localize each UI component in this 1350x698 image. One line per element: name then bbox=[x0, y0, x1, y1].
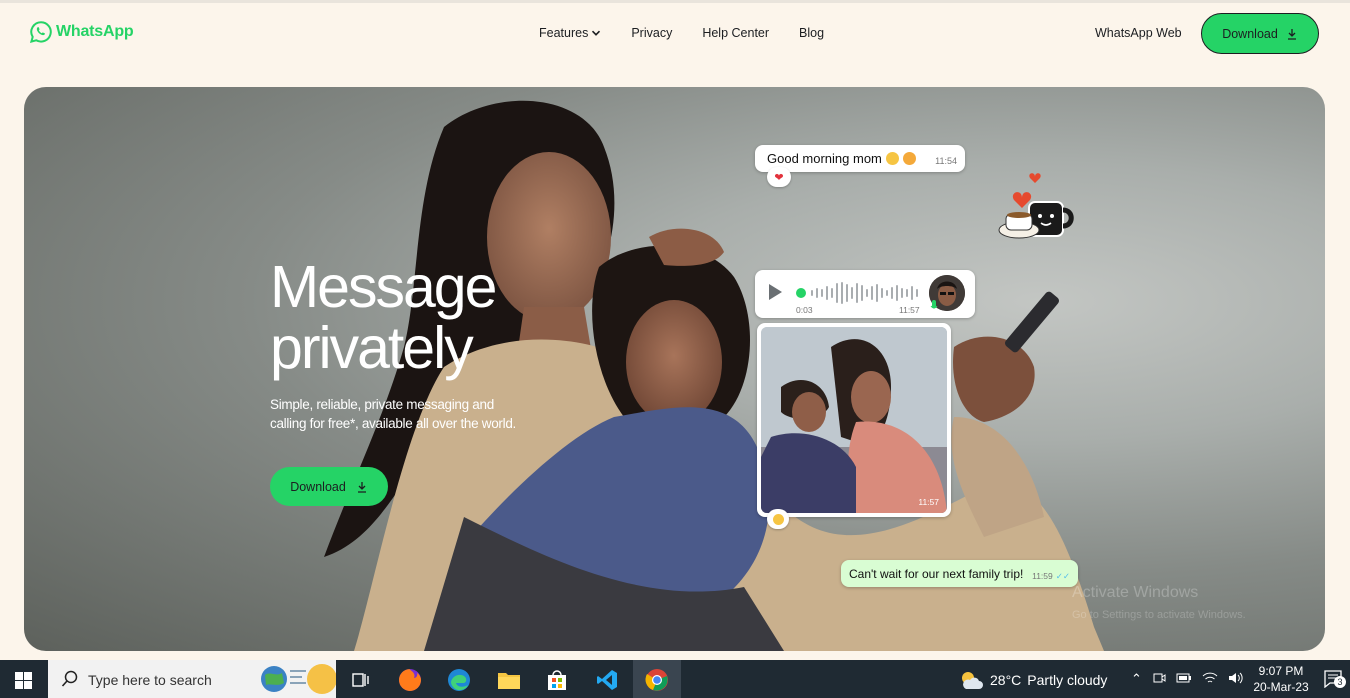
search-placeholder: Type here to search bbox=[88, 672, 212, 688]
hug-emoji-icon bbox=[885, 152, 899, 165]
edge-icon[interactable] bbox=[447, 668, 471, 692]
nav-blog[interactable]: Blog bbox=[799, 26, 824, 40]
header-download-label: Download bbox=[1222, 26, 1278, 41]
windows-activation-watermark-sub: Go to Settings to activate Windows. bbox=[1072, 609, 1246, 621]
search-icon bbox=[61, 670, 78, 687]
weather-widget[interactable]: 28°C Partly cloudy bbox=[958, 669, 1107, 691]
hero-banner: Message privately Simple, reliable, priv… bbox=[24, 87, 1325, 651]
nav-help-center[interactable]: Help Center bbox=[702, 26, 769, 40]
hero-subtitle: Simple, reliable, private messaging and … bbox=[270, 397, 516, 431]
weather-temperature: 28°C bbox=[990, 672, 1022, 688]
whatsapp-web-link[interactable]: WhatsApp Web bbox=[1095, 26, 1182, 40]
smiling-hearts-emoji-icon bbox=[902, 152, 916, 165]
nav-privacy-label: Privacy bbox=[631, 26, 673, 40]
site-header: WhatsApp Features Privacy Help Center Bl… bbox=[0, 4, 1350, 64]
voice-progress-dot[interactable] bbox=[796, 288, 806, 298]
clock-date: 20-Mar-23 bbox=[1253, 680, 1309, 694]
hero-download-button[interactable]: Download bbox=[270, 467, 388, 506]
photo-time: 11:57 bbox=[918, 497, 939, 507]
firefox-icon[interactable] bbox=[398, 668, 422, 692]
task-view-icon[interactable] bbox=[348, 668, 372, 692]
read-receipt-icon: ✓✓ bbox=[1055, 571, 1070, 581]
store-icon[interactable] bbox=[545, 668, 569, 692]
microphone-icon bbox=[930, 300, 938, 309]
shared-photo-image bbox=[761, 327, 947, 513]
volume-icon[interactable] bbox=[1228, 671, 1244, 685]
chat-message-text: Good morning mom bbox=[767, 151, 882, 166]
battery-icon[interactable] bbox=[1176, 671, 1192, 685]
header-download-button[interactable]: Download bbox=[1201, 13, 1319, 54]
nav-features-label: Features bbox=[539, 26, 589, 40]
play-icon[interactable] bbox=[769, 284, 782, 300]
coffee-cups-sticker-icon bbox=[998, 173, 1074, 239]
voice-waveform bbox=[811, 282, 918, 304]
system-tray: ⌃ bbox=[1131, 671, 1244, 687]
nav-help-center-label: Help Center bbox=[702, 26, 770, 40]
file-explorer-icon[interactable] bbox=[497, 668, 521, 692]
hero-title-line2: privately bbox=[270, 315, 474, 381]
windows-start-icon[interactable] bbox=[15, 672, 32, 689]
download-icon bbox=[357, 481, 366, 493]
chat-message-time: 11:59 ✓✓ bbox=[1032, 571, 1070, 581]
shared-photo[interactable]: 11:57 bbox=[761, 327, 947, 513]
notification-center-icon[interactable]: 3 bbox=[1324, 670, 1346, 689]
chevron-up-icon[interactable]: ⌃ bbox=[1131, 671, 1142, 687]
partly-cloudy-icon bbox=[962, 672, 983, 689]
nav-features[interactable]: Features bbox=[539, 26, 601, 40]
windows-activation-watermark: Activate Windows bbox=[1072, 584, 1199, 601]
vscode-icon[interactable] bbox=[595, 668, 619, 692]
nav-blog-label: Blog bbox=[799, 26, 825, 40]
meet-now-icon[interactable] bbox=[1152, 671, 1166, 685]
chevron-down-icon bbox=[592, 30, 601, 36]
download-icon bbox=[1287, 28, 1296, 40]
hero-download-label: Download bbox=[290, 479, 346, 494]
main-nav: Features Privacy Help Center Blog bbox=[539, 26, 854, 40]
heart-reaction-icon: ❤ bbox=[767, 167, 791, 187]
wifi-icon[interactable] bbox=[1202, 671, 1218, 685]
chat-message-time: 11:54 bbox=[935, 156, 957, 166]
logo-text: WhatsApp bbox=[56, 23, 134, 40]
hero-photo-mother-daughter bbox=[324, 100, 1104, 651]
chat-message-text: Can't wait for our next family trip! bbox=[849, 566, 1024, 581]
nav-privacy[interactable]: Privacy bbox=[631, 26, 672, 40]
weather-description: Partly cloudy bbox=[1027, 672, 1108, 688]
chat-bubble-family-trip: Can't wait for our next family trip! 11:… bbox=[841, 560, 1078, 587]
whatsapp-logo[interactable]: WhatsApp bbox=[29, 20, 134, 44]
browser-top-strip bbox=[0, 0, 1350, 3]
chat-photo-message: 11:57 bbox=[757, 323, 951, 517]
smile-reaction-icon bbox=[767, 509, 789, 529]
whatsapp-logo-icon bbox=[29, 21, 52, 44]
clock-time: 9:07 PM bbox=[1258, 664, 1304, 678]
news-interests-icon[interactable] bbox=[260, 663, 336, 695]
voice-message-time: 11:57 bbox=[899, 305, 920, 315]
voice-elapsed-time: 0:03 bbox=[796, 305, 813, 315]
chat-voice-message: 0:03 11:57 bbox=[755, 270, 975, 318]
hero-title-line1: Message bbox=[270, 254, 497, 320]
hero-title: Message privately bbox=[270, 254, 497, 381]
windows-taskbar: Type here to search 28°C Partly cloudy ⌃ bbox=[0, 660, 1350, 698]
system-clock[interactable]: 9:07 PM 20-Mar-23 bbox=[1246, 663, 1316, 695]
chrome-icon[interactable] bbox=[645, 668, 669, 692]
taskbar-search-box[interactable]: Type here to search bbox=[48, 660, 336, 698]
notification-count: 3 bbox=[1334, 676, 1346, 688]
